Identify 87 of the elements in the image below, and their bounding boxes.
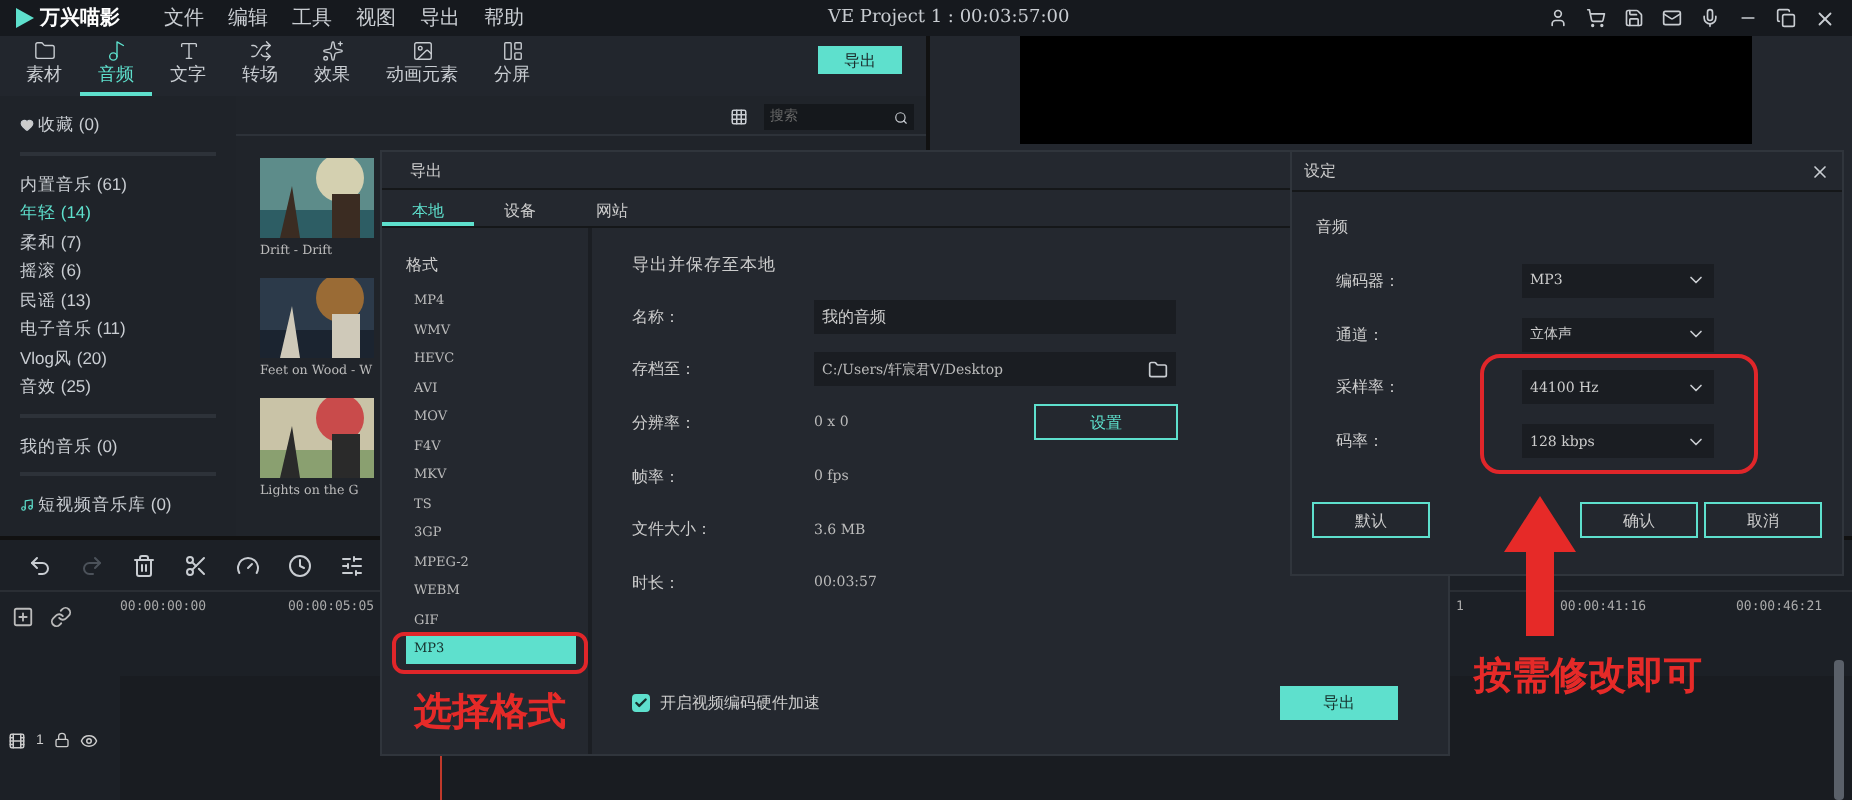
link-icon[interactable] <box>50 605 72 627</box>
lock-icon[interactable] <box>53 732 70 748</box>
folder-icon[interactable] <box>1148 359 1168 380</box>
dialog-tab[interactable]: 本地 <box>382 190 474 226</box>
dialog-title: 导出 <box>410 159 442 181</box>
field-label: 编码器： <box>1334 269 1402 292</box>
speed-icon[interactable] <box>236 553 260 577</box>
field-label: 帧率： <box>632 465 682 488</box>
menu-item[interactable]: 编辑 <box>228 4 268 32</box>
clock-icon[interactable] <box>288 553 312 577</box>
split-icon <box>501 40 523 62</box>
text-icon <box>177 40 199 62</box>
heart-icon <box>20 117 34 132</box>
toolbar-tab[interactable]: 分屏 <box>476 40 548 96</box>
menu-item[interactable]: 视图 <box>356 4 396 32</box>
check-icon <box>634 695 648 709</box>
music-icon <box>105 40 127 62</box>
music-note-icon <box>20 497 34 512</box>
field-label: 分辨率： <box>632 411 698 434</box>
name-field[interactable]: 我的音频 <box>814 299 1176 334</box>
dialog-button[interactable]: 确认 <box>1580 502 1698 539</box>
search-icon[interactable] <box>894 109 908 125</box>
annotation-text: 选择格式 <box>414 690 566 738</box>
scrollbar[interactable] <box>1834 660 1844 800</box>
field-label: 时长： <box>632 571 682 594</box>
menu-item[interactable]: 导出 <box>420 4 460 32</box>
cut-icon[interactable] <box>184 553 208 577</box>
field-label: 码率： <box>1334 430 1386 453</box>
field-label: 名称： <box>632 305 682 328</box>
menu-item[interactable]: 帮助 <box>484 4 524 32</box>
image-icon <box>411 40 433 62</box>
save-icon[interactable] <box>1624 8 1644 28</box>
dialog-tab[interactable]: 网站 <box>566 190 658 226</box>
dialog-button[interactable]: 取消 <box>1704 502 1822 539</box>
category-item[interactable]: 音效 (25) <box>20 374 236 399</box>
dialog-title: 设定 <box>1304 160 1336 182</box>
app-logo: 万兴喵影 <box>16 4 120 32</box>
settings-button[interactable]: 设置 <box>1034 404 1178 441</box>
field-label: 采样率： <box>1334 376 1402 399</box>
checkbox-label: 开启视频编码硬件加速 <box>660 691 820 713</box>
cart-icon[interactable] <box>1586 8 1606 28</box>
microphone-icon[interactable] <box>1700 8 1720 28</box>
menu-item[interactable]: 文件 <box>164 4 204 32</box>
toolbar-tab[interactable]: 效果 <box>296 40 368 96</box>
grid-icon[interactable] <box>730 108 748 126</box>
my-music-item[interactable]: 我的音乐 (0) <box>20 433 236 458</box>
user-icon[interactable] <box>1548 8 1568 28</box>
music-library-item[interactable]: 短视频音乐库 (0) <box>20 492 236 517</box>
folder-icon <box>33 40 55 62</box>
category-item[interactable]: 内置音乐 (61) <box>20 171 236 196</box>
close-icon[interactable] <box>1814 7 1836 29</box>
project-title: VE Project 1 : 00:03:57:00 <box>828 8 1070 28</box>
toolbar-tab[interactable]: 动画元素 <box>368 40 476 96</box>
delete-icon[interactable] <box>132 553 156 577</box>
field-label: 通道： <box>1334 323 1386 346</box>
toolbar-tab[interactable]: 文字 <box>152 40 224 96</box>
dialog-tab[interactable]: 设备 <box>474 190 566 226</box>
adjust-icon[interactable] <box>340 553 364 577</box>
category-item[interactable]: 电子音乐 (11) <box>20 316 236 341</box>
export-button[interactable]: 导出 <box>1280 685 1398 719</box>
category-item[interactable]: 柔和 (7) <box>20 229 236 254</box>
field-label: 存档至： <box>632 358 698 381</box>
category-item[interactable]: 摇滚 (6) <box>20 258 236 283</box>
menu-item[interactable]: 工具 <box>292 4 332 32</box>
section-heading: 导出并保存至本地 <box>632 254 778 278</box>
undo-icon[interactable] <box>28 553 52 577</box>
checkbox[interactable] <box>632 693 650 711</box>
export-button[interactable]: 导出 <box>818 46 902 74</box>
category-item[interactable]: 民谣 (13) <box>20 287 236 312</box>
eye-icon[interactable] <box>79 731 98 749</box>
film-icon <box>8 731 26 749</box>
toolbar-tab[interactable]: 素材 <box>8 40 80 96</box>
transition-icon <box>249 40 271 62</box>
add-track-icon[interactable] <box>12 605 34 627</box>
restore-icon[interactable] <box>1776 8 1796 28</box>
mail-icon[interactable] <box>1662 8 1682 28</box>
category-item[interactable]: Vlog风 (20) <box>20 345 236 370</box>
favorites-item[interactable]: 收藏 (0) <box>20 112 236 137</box>
section-heading: 音频 <box>1316 216 1350 238</box>
toolbar-tab[interactable]: 转场 <box>224 40 296 96</box>
format-heading: 格式 <box>406 254 440 276</box>
field-label: 文件大小： <box>632 518 714 541</box>
category-item[interactable]: 年轻 (14) <box>20 200 236 225</box>
close-icon[interactable] <box>1810 161 1830 181</box>
annotation-text: 按需修改即可 <box>1474 654 1702 702</box>
effect-icon <box>321 40 343 62</box>
dialog-button[interactable]: 默认 <box>1312 502 1430 539</box>
